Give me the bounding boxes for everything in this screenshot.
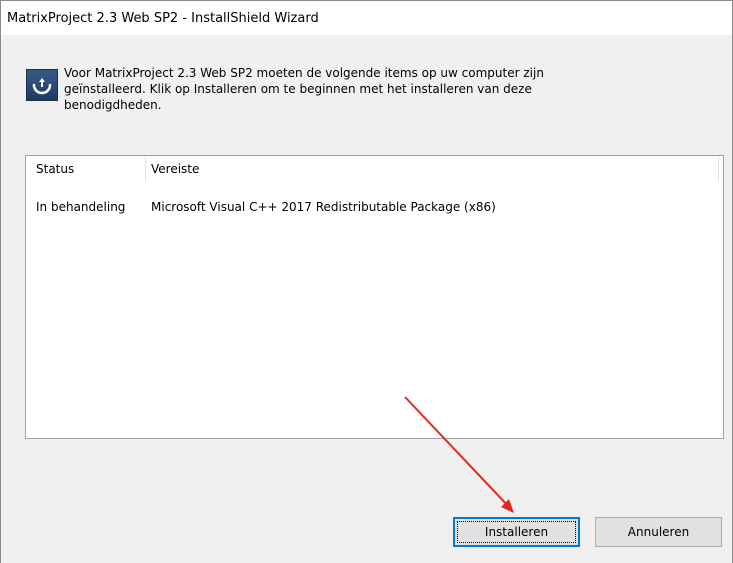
dialog-body: Voor MatrixProject 2.3 Web SP2 moeten de…: [1, 35, 732, 563]
install-button[interactable]: Installeren: [453, 517, 580, 547]
installer-window: MatrixProject 2.3 Web SP2 - InstallShiel…: [0, 0, 733, 563]
column-header-status[interactable]: Status: [26, 156, 146, 182]
install-button-label: Installeren: [484, 525, 549, 539]
intro-line: Voor MatrixProject 2.3 Web SP2 moeten de…: [64, 66, 544, 80]
cancel-button-label: Annuleren: [627, 525, 690, 539]
intro-line: benodigdheden.: [64, 98, 162, 112]
intro-line: geïnstalleerd. Klik op Installeren om te…: [64, 82, 532, 96]
title-bar: MatrixProject 2.3 Web SP2 - InstallShiel…: [1, 1, 732, 35]
intro-text: Voor MatrixProject 2.3 Web SP2 moeten de…: [64, 65, 664, 113]
row-requirement: Microsoft Visual C++ 2017 Redistributabl…: [151, 200, 496, 214]
row-status: In behandeling: [36, 200, 126, 214]
cancel-button[interactable]: Annuleren: [595, 517, 722, 547]
installshield-icon-glyph: [32, 78, 52, 95]
column-header-requirement[interactable]: Vereiste: [146, 156, 719, 182]
list-item[interactable]: In behandeling Microsoft Visual C++ 2017…: [26, 197, 723, 217]
list-header: Status Vereiste: [26, 156, 723, 182]
installshield-app-icon: [26, 69, 58, 101]
window-title: MatrixProject 2.3 Web SP2 - InstallShiel…: [7, 10, 319, 26]
requirements-list[interactable]: Status Vereiste In behandeling Microsoft…: [25, 155, 724, 439]
